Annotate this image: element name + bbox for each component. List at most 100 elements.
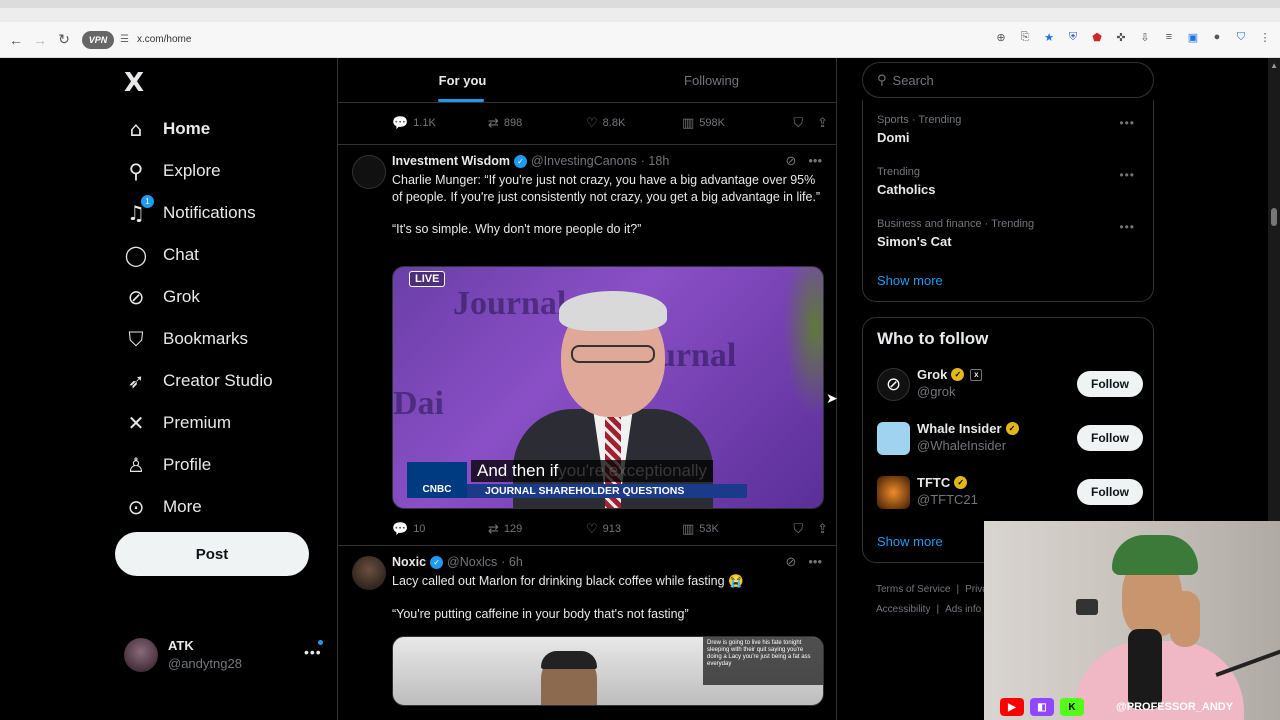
address-bar[interactable]: x.com/home <box>137 34 191 45</box>
like-action[interactable]: ♡ 913 <box>586 522 682 537</box>
vpn-badge[interactable]: VPN <box>82 30 114 49</box>
nav-profile[interactable]: ♙ Profile <box>124 444 273 486</box>
scroll-thumb[interactable] <box>1271 208 1277 226</box>
author-name[interactable]: Investment Wisdom <box>392 154 510 168</box>
reload-icon[interactable]: ↻ <box>52 28 76 52</box>
more-dots-icon[interactable]: ••• <box>1119 220 1135 234</box>
active-tab[interactable] <box>0 8 1280 22</box>
adblock-extension-icon[interactable]: ⬟ <box>1088 28 1106 46</box>
views-action[interactable]: ▥ 598K <box>682 116 778 131</box>
browser-toolbar: ← → ↻ VPN ☰ x.com/home ⊕ ⎘ ★ ⛨ ⬟ ✜ ⇩ ≡ ▣… <box>0 22 1280 58</box>
accessibility-link[interactable]: Accessibility <box>876 604 930 615</box>
follow-button[interactable]: Follow <box>1077 371 1143 397</box>
nav-home[interactable]: ⌂ Home <box>124 108 273 150</box>
profile-icon[interactable]: ● <box>1208 28 1226 46</box>
avatar[interactable] <box>352 556 386 590</box>
more-dots-icon[interactable]: ••• <box>808 153 822 169</box>
tweet-header: Noxic ✓ @Noxlcs · 6h <box>392 555 523 569</box>
more-dots-icon[interactable]: ••• <box>1119 116 1135 130</box>
zoom-icon[interactable]: ⊕ <box>992 28 1010 46</box>
nav-premium[interactable]: ✕ Premium <box>124 402 273 444</box>
site-settings-icon[interactable]: ☰ <box>120 34 129 45</box>
nav-label: Explore <box>163 161 221 180</box>
video-player[interactable]: Journal Journal Dai LIVE CNBC And then i… <box>392 266 824 509</box>
download-icon[interactable]: ⇩ <box>1136 28 1154 46</box>
video-caption: And then if you're exceptionally <box>471 460 714 482</box>
nav-chat[interactable]: ◯ Chat <box>124 234 273 276</box>
background-text: Dai <box>393 385 444 422</box>
avatar: ⊘ <box>877 368 910 401</box>
search-input[interactable]: ⚲ Search <box>862 62 1154 98</box>
grok-explain-icon[interactable]: ⊘ <box>785 153 796 169</box>
more-dots-icon[interactable]: ••• <box>304 644 322 660</box>
scroll-up-icon[interactable]: ▲ <box>1270 61 1278 70</box>
follow-button[interactable]: Follow <box>1077 425 1143 451</box>
who-to-follow-title: Who to follow <box>877 329 989 348</box>
nav-label: Grok <box>163 287 200 306</box>
puzzle-icon[interactable]: ✜ <box>1112 28 1130 46</box>
ads-info-link[interactable]: Ads info <box>945 604 981 615</box>
bookmark-icon[interactable]: ⛉ <box>793 116 803 131</box>
tweet-time[interactable]: · 18h <box>641 154 670 168</box>
tweet-time[interactable]: · 6h <box>501 555 523 569</box>
bookmark-star-icon[interactable]: ★ <box>1040 28 1058 46</box>
follow-suggestion[interactable]: Whale Insider ✓ @WhaleInsider Follow <box>877 418 1143 458</box>
follow-button[interactable]: Follow <box>1077 479 1143 505</box>
follow-suggestion[interactable]: ⊘ Grok ✓ x @grok Follow <box>877 364 1143 404</box>
tweet[interactable]: Investment Wisdom ✓ @InvestingCanons · 1… <box>338 144 836 546</box>
share-icon[interactable]: ⇪ <box>817 116 828 131</box>
bookmark-icon[interactable]: ⛉ <box>793 522 803 537</box>
like-action[interactable]: ♡ 8.8K <box>586 116 682 131</box>
tab-for-you[interactable]: For you <box>338 58 587 102</box>
views-action[interactable]: ▥ 53K <box>682 522 778 537</box>
more-circle-icon: ⊙ <box>127 495 145 519</box>
nav-notifications[interactable]: ♫ 1 Notifications <box>124 192 273 234</box>
video-thumbnail[interactable]: Drew is going to live his fate tonight s… <box>392 636 824 706</box>
separator: | <box>956 584 960 595</box>
tab-following[interactable]: Following <box>587 58 836 102</box>
menu-kebab-icon[interactable]: ⋮ <box>1256 28 1274 46</box>
trend-item[interactable]: Sports · Trending Domi ••• <box>877 114 1143 145</box>
tweet[interactable]: Noxic ✓ @Noxlcs · 6h ⊘ ••• Lacy called o… <box>338 546 836 720</box>
youtube-icon: ▶ <box>1000 698 1024 716</box>
shield-extension-icon[interactable]: ⛨ <box>1064 28 1082 46</box>
x-logo[interactable]: X <box>124 68 144 98</box>
forward-icon[interactable]: → <box>28 28 52 52</box>
more-dots-icon[interactable]: ••• <box>808 554 822 570</box>
sidepanel-icon[interactable]: ▣ <box>1184 28 1202 46</box>
trend-item[interactable]: Business and finance · Trending Simon's … <box>877 218 1143 249</box>
follow-suggestion[interactable]: TFTC ✓ @TFTC21 Follow <box>877 472 1143 512</box>
grok-explain-icon[interactable]: ⊘ <box>785 554 796 570</box>
nav-more[interactable]: ⊙ More <box>124 486 273 528</box>
view-count: 598K <box>699 117 725 129</box>
reply-action[interactable]: 💬 10 <box>392 522 488 537</box>
home-icon: ⌂ <box>129 117 143 141</box>
show-more-link[interactable]: Show more <box>877 534 943 549</box>
avatar[interactable] <box>352 155 386 189</box>
reply-action[interactable]: 💬 1.1K <box>392 116 488 131</box>
nav-bookmarks[interactable]: ⛉ Bookmarks <box>124 318 273 360</box>
install-icon[interactable]: ⎘ <box>1016 28 1034 46</box>
security-icon[interactable]: ⛉ <box>1232 28 1250 46</box>
author-handle[interactable]: @InvestingCanons <box>531 154 637 168</box>
webcam-overlay <box>984 521 1280 720</box>
author-name[interactable]: Noxic <box>392 555 426 569</box>
more-dots-icon[interactable]: ••• <box>1119 168 1135 182</box>
suggestion-handle: @WhaleInsider <box>917 438 1007 453</box>
nav-grok[interactable]: ⊘ Grok <box>124 276 273 318</box>
author-handle[interactable]: @Noxlcs <box>447 555 497 569</box>
terms-link[interactable]: Terms of Service <box>876 584 950 595</box>
post-button[interactable]: Post <box>115 532 309 576</box>
repost-action[interactable]: ⇄ 898 <box>488 116 586 131</box>
right-actions: ⛉ ⇪ <box>793 116 828 131</box>
nav-explore[interactable]: ⚲ Explore <box>124 150 273 192</box>
trend-item[interactable]: Trending Catholics ••• <box>877 166 1143 197</box>
back-icon[interactable]: ← <box>4 28 28 52</box>
nav-creator-studio[interactable]: ➶ Creator Studio <box>124 360 273 402</box>
account-switcher[interactable]: ATK @andytng28 ••• <box>124 636 324 676</box>
show-more-link[interactable]: Show more <box>877 273 943 288</box>
share-icon[interactable]: ⇪ <box>817 522 828 537</box>
reply-icon: 💬 <box>392 521 409 537</box>
repost-action[interactable]: ⇄ 129 <box>488 522 586 537</box>
media-icon[interactable]: ≡ <box>1160 28 1178 46</box>
